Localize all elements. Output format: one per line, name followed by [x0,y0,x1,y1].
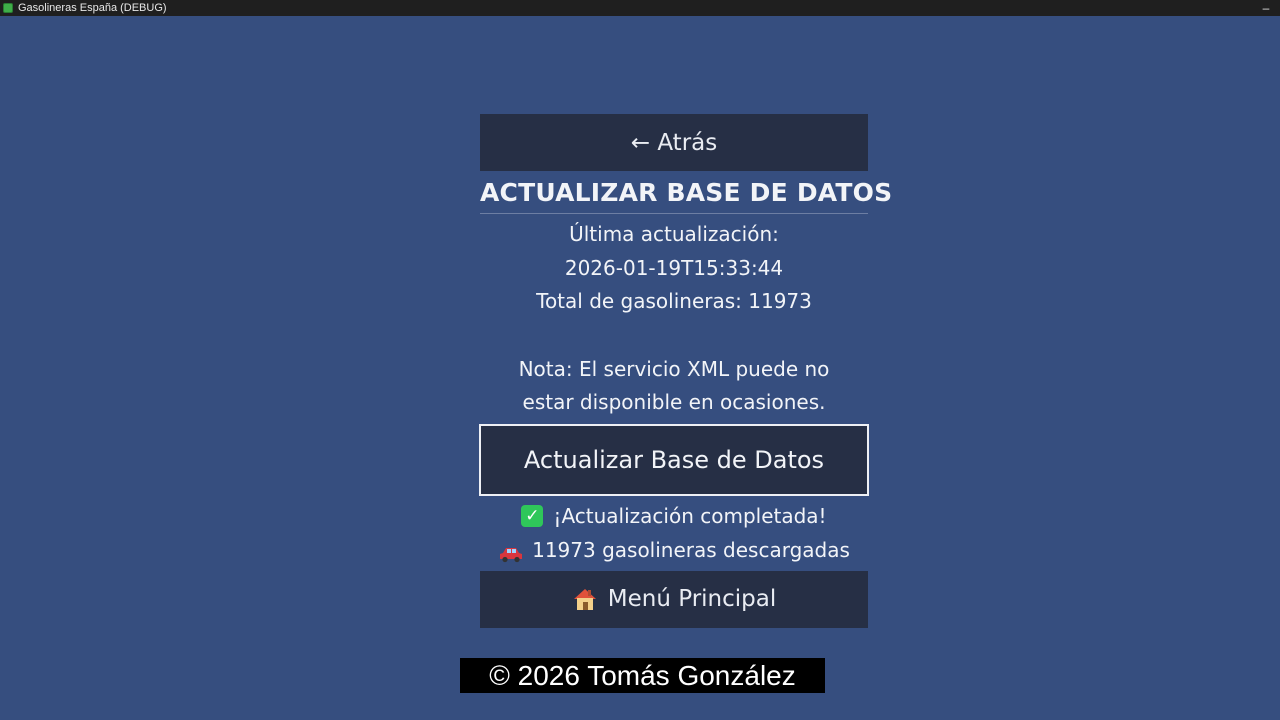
status-downloaded-text: 11973 gasolineras descargadas [532,537,850,562]
status-success-text: ¡Actualización completada! [553,503,827,528]
update-info: Última actualización: 2026-01-19T15:33:4… [519,218,830,420]
note-line-2: estar disponible en ocasiones. [522,390,826,414]
main-menu-label: Menú Principal [607,586,777,612]
car-icon [498,540,524,562]
back-button[interactable]: ← Atrás [480,114,868,171]
page-title: ACTUALIZAR BASE DE DATOS [480,178,892,214]
total-stations: Total de gasolineras: 11973 [536,289,812,313]
last-update-label: Última actualización: [569,222,779,246]
window-titlebar: Gasolineras España (DEBUG) – [0,0,1280,16]
last-update-value: 2026-01-19T15:33:44 [564,255,784,280]
status-success: ✓ ¡Actualización completada! [521,499,827,533]
minimize-button[interactable]: – [1260,0,1272,16]
update-database-panel: ← Atrás ACTUALIZAR BASE DE DATOS Última … [479,114,892,628]
note-line-1: Nota: El servicio XML puede no [518,356,830,381]
update-database-button[interactable]: Actualizar Base de Datos [479,423,869,496]
status-downloaded: 11973 gasolineras descargadas [498,533,850,567]
copyright-overlay: © 2026 Tomás González [460,658,825,693]
window-title: Gasolineras España (DEBUG) [18,2,167,14]
check-mark-icon: ✓ [521,504,544,527]
house-icon [572,587,598,611]
app-icon [3,3,13,13]
main-menu-button[interactable]: Menú Principal [480,570,868,628]
